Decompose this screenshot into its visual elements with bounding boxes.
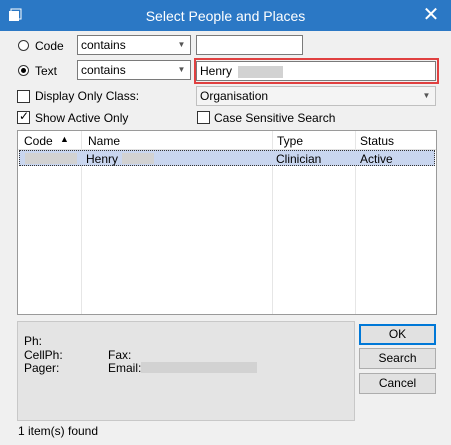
text-label: Text: [35, 64, 58, 78]
show-active-only-checkbox[interactable]: [17, 109, 30, 124]
row-status: Active: [360, 152, 393, 166]
column-header-name[interactable]: Name: [88, 134, 120, 148]
show-active-only-label: Show Active Only: [35, 111, 129, 125]
row-type: Clinician: [276, 152, 322, 166]
sort-ascending-icon: ▲: [60, 134, 69, 144]
chevron-down-icon[interactable]: ▼: [173, 61, 190, 79]
details-panel: Ph: CellPh: Fax: Pager: Email:: [17, 321, 355, 421]
table-row[interactable]: Henry Clinician Active: [19, 150, 435, 166]
redacted-code: [25, 153, 77, 164]
window-title: Select People and Places: [145, 8, 306, 24]
title-bar: Select People and Places ✕: [0, 0, 451, 31]
code-input[interactable]: [196, 35, 303, 55]
ph-label: Ph:: [24, 334, 43, 348]
status-text: 1 item(s) found: [18, 424, 99, 438]
highlight-annotation: [194, 58, 439, 84]
display-only-class-checkbox[interactable]: [17, 90, 30, 103]
email-label: Email:: [108, 361, 142, 375]
chevron-down-icon[interactable]: ▼: [418, 87, 435, 105]
cellph-label: CellPh:: [24, 348, 63, 362]
fax-label: Fax:: [108, 348, 132, 362]
code-operator-select[interactable]: contains ▼: [77, 35, 191, 55]
class-select[interactable]: Organisation ▼: [196, 86, 436, 106]
text-radio[interactable]: [18, 65, 29, 76]
results-list[interactable]: Code ▲ Name Type Status Henry Clinician …: [17, 130, 437, 315]
case-sensitive-label: Case Sensitive Search: [214, 111, 336, 125]
search-button[interactable]: Search: [359, 348, 436, 369]
code-label: Code: [35, 39, 64, 53]
text-operator-select[interactable]: contains ▼: [77, 60, 191, 80]
ok-button[interactable]: OK: [359, 324, 436, 345]
redacted-email: [141, 362, 257, 373]
close-icon[interactable]: ✕: [419, 4, 443, 26]
row-name: Henry: [86, 152, 119, 166]
code-radio[interactable]: [18, 40, 29, 51]
column-header-code[interactable]: Code: [24, 134, 53, 148]
chevron-down-icon[interactable]: ▼: [173, 36, 190, 54]
cancel-button[interactable]: Cancel: [359, 373, 436, 394]
redacted-name: [122, 153, 154, 164]
pager-label: Pager:: [24, 361, 60, 375]
display-only-class-label: Display Only Class:: [35, 89, 140, 103]
case-sensitive-checkbox[interactable]: [197, 111, 210, 124]
column-header-status[interactable]: Status: [360, 134, 394, 148]
column-header-type[interactable]: Type: [277, 134, 303, 148]
